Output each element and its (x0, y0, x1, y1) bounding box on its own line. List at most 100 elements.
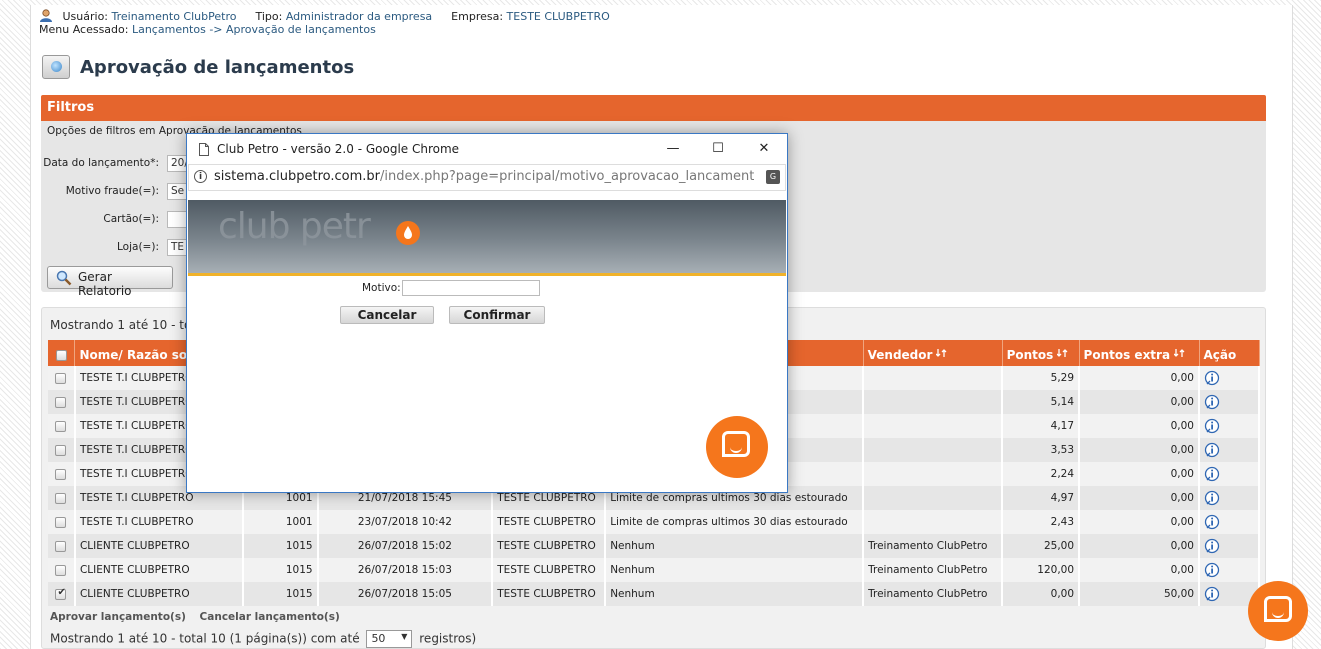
cell-motivo: Nenhum (605, 558, 865, 582)
col-vendedor[interactable]: Vendedor (863, 340, 1003, 366)
clubpetro-banner: club petr (188, 200, 786, 276)
table-row: CLIENTE CLUBPETRO 1015 26/07/2018 15:03 TES… (48, 558, 1260, 582)
row-checkbox[interactable] (55, 587, 67, 600)
row-checkbox[interactable] (55, 564, 67, 576)
info-icon[interactable] (1204, 394, 1220, 410)
filters-header: Filtros (41, 95, 1266, 121)
cell-pontos: 3,53 (1002, 438, 1081, 462)
cell-motivo: Nenhum (605, 582, 865, 606)
sort-icon[interactable] (1174, 348, 1186, 358)
maximize-button[interactable]: ☐ (701, 138, 735, 160)
breadcrumb[interactable]: Lançamentos -> Aprovação de lançamentos (132, 23, 376, 36)
row-checkbox[interactable] (55, 444, 67, 456)
cell-cartao: 1015 (242, 534, 319, 558)
col-acao-label: Ação (1203, 348, 1237, 362)
menu-label: Menu Acessado: (39, 23, 129, 36)
cell-data: 26/07/2018 15:02 (317, 534, 494, 558)
data-lancamento-label: Data do lançamento*: (43, 157, 159, 169)
chat-launcher-button[interactable] (1248, 581, 1308, 641)
results-summary-bottom: Mostrando 1 até 10 - total 10 (1 página(… (50, 630, 476, 648)
cancel-button[interactable]: Cancelar (340, 306, 434, 324)
row-checkbox[interactable] (55, 420, 67, 432)
info-icon[interactable] (1204, 490, 1220, 506)
url-text[interactable]: sistema.clubpetro.com.br/index.php?page=… (214, 169, 754, 184)
cell-nome: CLIENTE CLUBPETRO (74, 534, 244, 558)
approve-launches-link[interactable]: Aprovar lançamento(s) (50, 611, 186, 623)
cell-pontos-extra: 0,00 (1079, 438, 1200, 462)
row-checkbox[interactable] (55, 468, 67, 480)
select-all-header[interactable] (48, 340, 76, 366)
info-icon[interactable] (1204, 418, 1220, 434)
cell-vendedor (863, 510, 1004, 534)
page-icon (42, 55, 70, 79)
chat-icon (722, 431, 750, 457)
cell-vendedor (863, 462, 1004, 486)
confirm-button[interactable]: Confirmar (449, 306, 545, 324)
cell-pontos: 120,00 (1002, 558, 1081, 582)
sort-icon[interactable] (1057, 348, 1069, 358)
info-icon[interactable] (1204, 514, 1220, 530)
user-info-bar: Usuário: Treinamento ClubPetro Tipo: Adm… (39, 9, 639, 36)
popup-titlebar[interactable]: Club Petro - versão 2.0 - Google Chrome … (187, 134, 787, 164)
col-vendedor-label: Vendedor (867, 348, 933, 362)
info-icon[interactable] (1204, 370, 1220, 386)
close-button[interactable]: ✕ (747, 138, 781, 160)
cell-loja: TESTE CLUBPETRO (492, 582, 607, 606)
address-bar[interactable]: i sistema.clubpetro.com.br/index.php?pag… (188, 164, 786, 191)
select-all-checkbox[interactable] (55, 350, 67, 361)
motivo-popup-window: Club Petro - versão 2.0 - Google Chrome … (186, 133, 788, 493)
row-checkbox[interactable] (55, 372, 67, 384)
info-icon[interactable] (1204, 586, 1220, 602)
tipo-value: Administrador da empresa (285, 10, 433, 23)
info-icon[interactable] (1204, 562, 1220, 578)
cell-cartao: 1015 (242, 582, 319, 606)
cell-nome: TESTE T.I CLUBPETRO (74, 510, 244, 534)
cell-pontos: 2,24 (1002, 462, 1081, 486)
cell-vendedor (863, 414, 1004, 438)
cell-loja: TESTE CLUBPETRO (492, 558, 607, 582)
minimize-button[interactable]: — (656, 138, 690, 160)
row-action-cell (1199, 462, 1260, 486)
col-pontos-extra-label: Pontos extra (1083, 348, 1171, 362)
row-action-cell (1199, 558, 1260, 582)
popup-window-title: Club Petro - versão 2.0 - Google Chrome (217, 142, 460, 156)
row-action-cell (1199, 510, 1260, 534)
translate-icon[interactable]: G (766, 170, 780, 184)
row-checkbox-cell (48, 510, 76, 534)
url-path: /index.php?page=principal/motivo_aprovac… (380, 169, 754, 184)
row-action-cell (1199, 390, 1260, 414)
generate-report-button[interactable]: Gerar Relatorio (47, 266, 173, 298)
row-checkbox-cell (48, 438, 76, 462)
col-pontos[interactable]: Pontos (1002, 340, 1080, 366)
motivo-input[interactable] (402, 280, 540, 296)
row-checkbox[interactable] (55, 516, 67, 528)
results-summary-top: Mostrando 1 até 10 - tota (50, 318, 204, 332)
table-row: CLIENTE CLUBPETRO 1015 26/07/2018 15:02 TES… (48, 534, 1260, 558)
usuario-label: Usuário: (62, 10, 109, 23)
row-checkbox[interactable] (55, 492, 67, 504)
footer-suffix: registros) (419, 631, 477, 646)
info-icon[interactable] (1204, 466, 1220, 482)
col-pontos-extra[interactable]: Pontos extra (1079, 340, 1200, 366)
info-icon[interactable] (1204, 538, 1220, 554)
cell-vendedor: Treinamento ClubPetro (863, 534, 1004, 558)
usuario-value: Treinamento ClubPetro (111, 10, 237, 23)
row-checkbox-cell (48, 366, 76, 390)
table-row: TESTE T.I CLUBPETRO 1001 23/07/2018 10:42 T… (48, 510, 1260, 534)
cell-motivo: Nenhum (605, 534, 865, 558)
popup-chat-button[interactable] (706, 416, 768, 478)
info-icon[interactable] (1204, 442, 1220, 458)
cancel-launches-link[interactable]: Cancelar lançamento(s) (200, 611, 340, 623)
url-host: sistema.clubpetro.com.br (214, 169, 381, 184)
cell-data: 26/07/2018 15:03 (317, 558, 494, 582)
cell-data: 26/07/2018 15:05 (317, 582, 494, 606)
row-checkbox[interactable] (55, 540, 67, 552)
cell-vendedor (863, 438, 1004, 462)
row-checkbox[interactable] (55, 396, 67, 408)
page-size-select[interactable]: 50 (366, 630, 413, 648)
site-info-icon[interactable]: i (194, 170, 207, 183)
sort-icon[interactable] (936, 348, 948, 358)
cell-pontos-extra: 0,00 (1079, 390, 1200, 414)
cell-vendedor: Treinamento ClubPetro (863, 558, 1004, 582)
page-title: Aprovação de lançamentos (80, 57, 355, 78)
